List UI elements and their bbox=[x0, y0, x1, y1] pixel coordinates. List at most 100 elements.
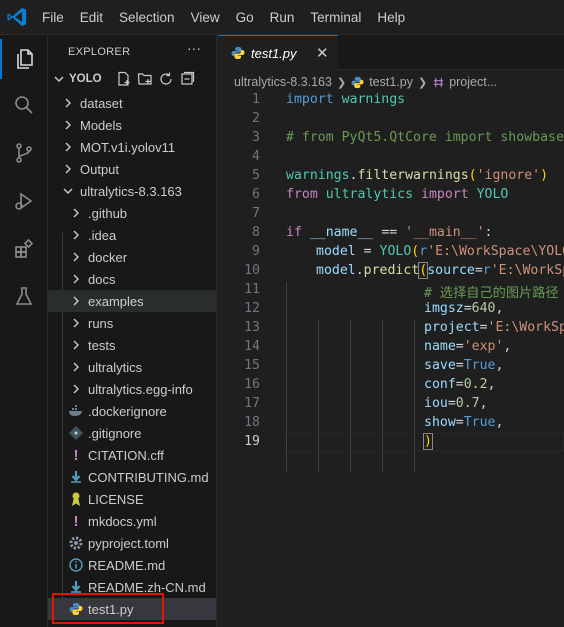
menu-selection[interactable]: Selection bbox=[111, 10, 183, 25]
search-icon bbox=[15, 96, 33, 114]
code-token: , bbox=[487, 377, 496, 392]
collapse-all-icon[interactable] bbox=[179, 71, 195, 87]
tree-item-label: Models bbox=[80, 117, 122, 133]
tab-bar: test1.py ✕ bbox=[218, 35, 564, 70]
tree-item-ultralytics-8-3-163[interactable]: ultralytics-8.3.163 bbox=[48, 180, 216, 202]
tree-item-docs[interactable]: docs bbox=[48, 268, 216, 290]
chevron-down-icon bbox=[63, 188, 73, 194]
code-line: 7 bbox=[218, 205, 564, 224]
tree-item-label: dataset bbox=[80, 95, 123, 111]
menu-view[interactable]: View bbox=[183, 10, 228, 25]
menu-terminal[interactable]: Terminal bbox=[302, 10, 369, 25]
tree-item-examples[interactable]: examples bbox=[48, 290, 216, 312]
more-actions-icon[interactable]: ··· bbox=[187, 40, 201, 56]
activity-search[interactable] bbox=[0, 85, 48, 125]
chevron-right-icon bbox=[73, 230, 79, 240]
code-token: ) bbox=[423, 433, 433, 450]
tree-item-icon bbox=[68, 381, 84, 397]
activity-bar bbox=[0, 35, 48, 627]
breadcrumb-file[interactable]: test1.py bbox=[369, 75, 413, 89]
breadcrumb-separator-icon: ❯ bbox=[417, 76, 428, 89]
code-token: warnings bbox=[341, 92, 406, 107]
tab-test1-py[interactable]: test1.py ✕ bbox=[218, 35, 338, 70]
code-token: , bbox=[495, 415, 504, 430]
line-number: 2 bbox=[252, 111, 260, 126]
activity-run-debug[interactable] bbox=[0, 181, 48, 221]
tree-item-icon bbox=[68, 293, 84, 309]
code-token: ) bbox=[540, 168, 549, 183]
highlight-box bbox=[52, 593, 164, 624]
code-token: predict bbox=[363, 263, 420, 278]
refresh-icon[interactable] bbox=[158, 71, 174, 87]
tree-item-label: MOT.v1i.yolov11 bbox=[80, 139, 176, 155]
tree-item-label: tests bbox=[88, 337, 116, 353]
chevron-right-icon bbox=[73, 252, 79, 262]
code-token: == bbox=[373, 225, 406, 240]
code-line: 4 bbox=[218, 148, 564, 167]
chevron-right-icon bbox=[65, 120, 71, 130]
tree-item-runs[interactable]: runs bbox=[48, 312, 216, 334]
tree-item-ultralytics[interactable]: ultralytics bbox=[48, 356, 216, 378]
tree-item-icon bbox=[68, 315, 84, 331]
tab-close-icon[interactable]: ✕ bbox=[316, 44, 329, 62]
breadcrumb-symbol[interactable]: project... bbox=[449, 75, 497, 89]
symbol-icon bbox=[434, 77, 444, 87]
tree-item-label: CITATION.cff bbox=[88, 447, 164, 463]
code-token: 'ignore' bbox=[476, 168, 541, 183]
tree-item-pyproject-toml[interactable]: pyproject.toml bbox=[48, 532, 216, 554]
explorer-title: EXPLORER bbox=[68, 46, 131, 58]
code-token: r bbox=[419, 244, 428, 259]
tree-item-citation-cff[interactable]: ! CITATION.cff bbox=[48, 444, 216, 466]
activity-explorer[interactable] bbox=[0, 39, 48, 79]
menu-edit[interactable]: Edit bbox=[72, 10, 111, 25]
tree-item-gitignore[interactable]: .gitignore bbox=[48, 422, 216, 444]
tree-item-license[interactable]: LICENSE bbox=[48, 488, 216, 510]
line-number: 11 bbox=[244, 282, 260, 297]
code-line: 1 import warnings bbox=[218, 91, 564, 110]
tree-item-label: ultralytics.egg-info bbox=[88, 381, 193, 397]
tree-item-dataset[interactable]: dataset bbox=[48, 92, 216, 114]
workspace-root-label: YOLO bbox=[69, 73, 102, 85]
tree-item-idea[interactable]: .idea bbox=[48, 224, 216, 246]
line-number: 12 bbox=[244, 301, 260, 316]
tree-item-dockerignore[interactable]: .dockerignore bbox=[48, 400, 216, 422]
tree-item-contributing-md[interactable]: CONTRIBUTING.md bbox=[48, 466, 216, 488]
source-control-icon bbox=[16, 143, 32, 163]
activity-extensions[interactable] bbox=[0, 229, 48, 269]
vscode-logo-icon bbox=[7, 7, 27, 27]
chevron-right-icon bbox=[73, 384, 79, 394]
breadcrumb-folder[interactable]: ultralytics-8.3.163 bbox=[234, 75, 332, 89]
menu-run[interactable]: Run bbox=[262, 10, 303, 25]
new-file-icon[interactable] bbox=[116, 71, 132, 87]
tree-item-mkdocs-yml[interactable]: ! mkdocs.yml bbox=[48, 510, 216, 532]
code-line: 16 conf=0.2, bbox=[218, 376, 564, 395]
code-line: 15 save=True, bbox=[218, 357, 564, 376]
code-line: 17 iou=0.7, bbox=[218, 395, 564, 414]
tree-item-ultralytics-egg-info[interactable]: ultralytics.egg-info bbox=[48, 378, 216, 400]
menu-file[interactable]: File bbox=[34, 10, 72, 25]
info-icon bbox=[69, 558, 83, 572]
chevron-right-icon bbox=[73, 340, 79, 350]
tree-item-label: ultralytics bbox=[88, 359, 143, 375]
activity-testing[interactable] bbox=[0, 277, 48, 317]
tree-item-readme-md[interactable]: README.md bbox=[48, 554, 216, 576]
new-folder-icon[interactable] bbox=[137, 71, 153, 87]
code-token: import bbox=[286, 92, 334, 107]
tree-item-tests[interactable]: tests bbox=[48, 334, 216, 356]
tree-item-docker[interactable]: docker bbox=[48, 246, 216, 268]
activity-source-control[interactable] bbox=[0, 133, 48, 173]
tree-item-github[interactable]: .github bbox=[48, 202, 216, 224]
code-token: , bbox=[495, 358, 504, 373]
tree-item-label: runs bbox=[88, 315, 114, 331]
workspace-root[interactable]: YOLO bbox=[48, 68, 216, 90]
tree-item-output[interactable]: Output bbox=[48, 158, 216, 180]
code-token: if bbox=[286, 225, 302, 240]
tree-item-mot-v1i-yolov11[interactable]: MOT.v1i.yolov11 bbox=[48, 136, 216, 158]
menu-go[interactable]: Go bbox=[228, 10, 262, 25]
tree-item-models[interactable]: Models bbox=[48, 114, 216, 136]
menu-help[interactable]: Help bbox=[369, 10, 413, 25]
chevron-right-icon bbox=[73, 208, 79, 218]
tree-item-icon bbox=[68, 359, 84, 375]
editor-area: test1.py ✕ ultralytics-8.3.163 ❯ test1.p… bbox=[218, 35, 564, 627]
